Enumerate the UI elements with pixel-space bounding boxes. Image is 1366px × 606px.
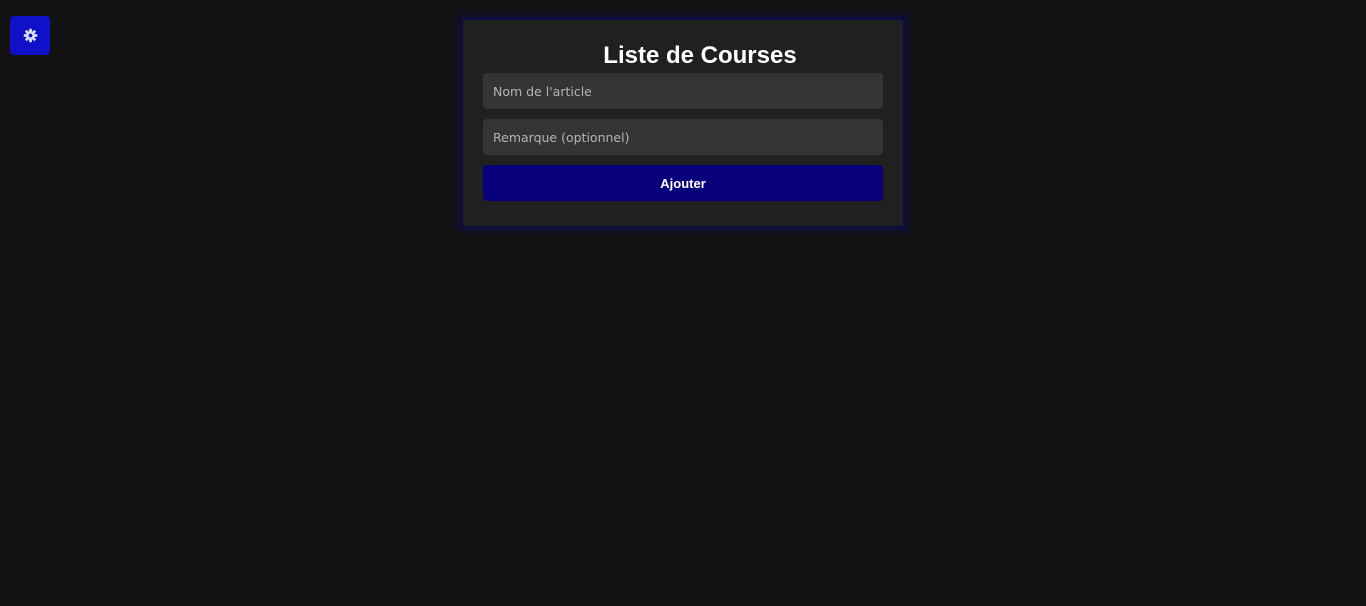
note-input[interactable]	[483, 119, 883, 155]
add-button[interactable]: Ajouter	[483, 165, 883, 201]
page-title: Liste de Courses	[603, 42, 797, 69]
shopping-list-card: Liste de Courses Ajouter	[460, 17, 906, 229]
item-name-input[interactable]	[483, 73, 883, 109]
gear-icon	[23, 28, 38, 43]
settings-button[interactable]	[10, 16, 50, 55]
